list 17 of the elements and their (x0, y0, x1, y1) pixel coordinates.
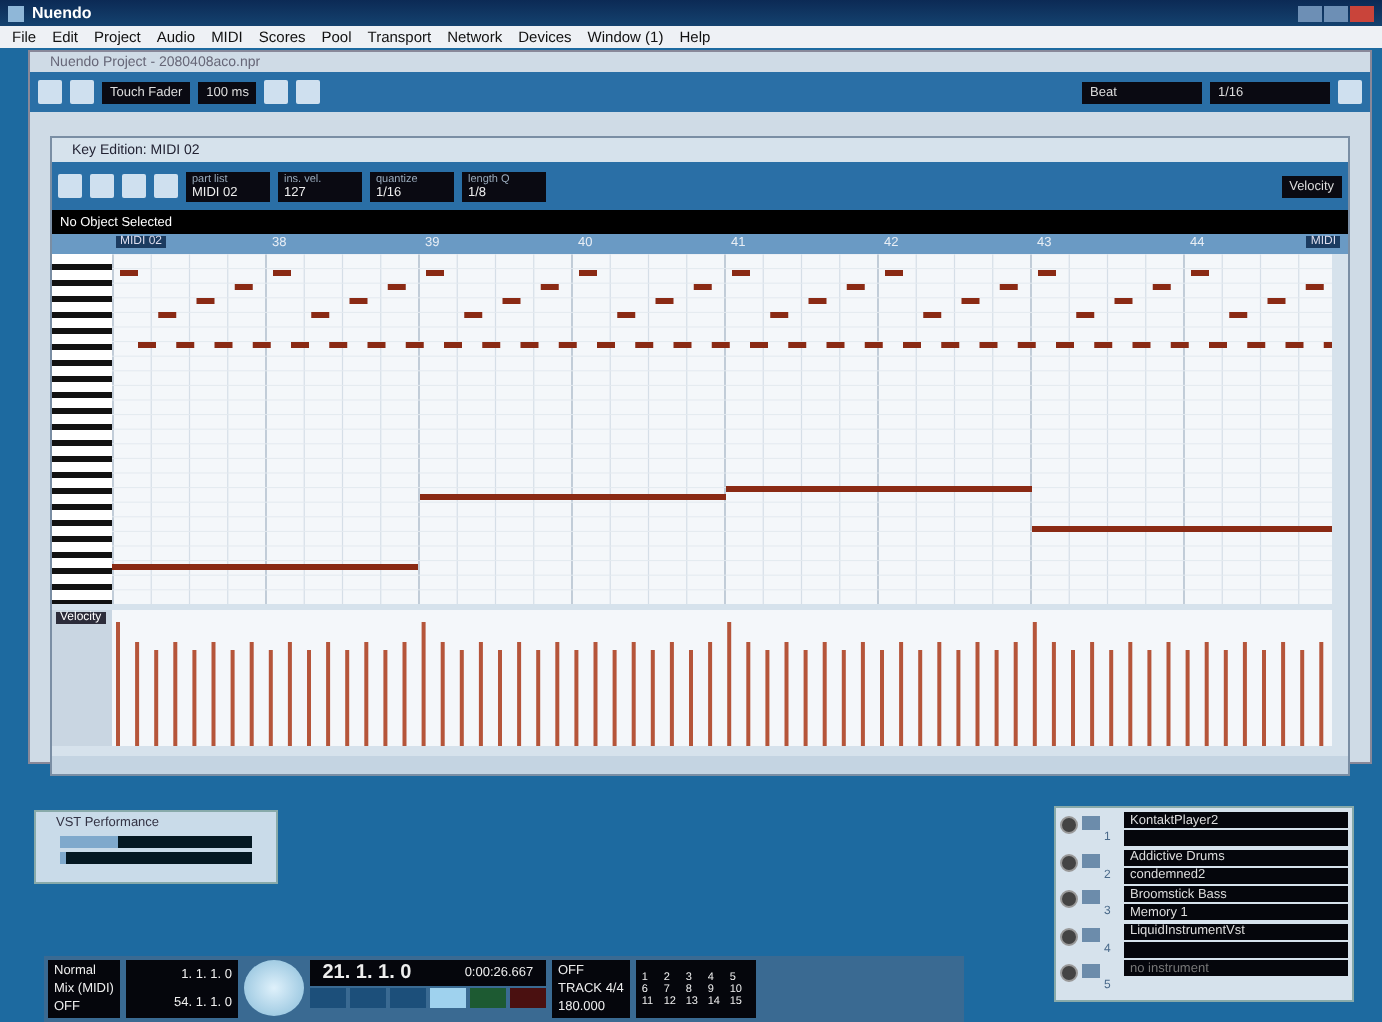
stop-button[interactable] (429, 988, 466, 1008)
minimize-button[interactable] (1298, 5, 1322, 21)
program-field[interactable] (1124, 830, 1348, 846)
piano-keyboard[interactable] (52, 254, 112, 604)
close-button[interactable] (1350, 5, 1374, 21)
scrollbar[interactable] (52, 756, 1348, 774)
forward-button[interactable] (349, 988, 386, 1008)
position-display: 21. 1. 1. 0 (322, 962, 412, 984)
rewind-button[interactable] (309, 988, 346, 1008)
maximize-button[interactable] (1324, 5, 1348, 21)
app-icon (8, 5, 24, 21)
cycle-button[interactable] (389, 988, 426, 1008)
jog-wheel[interactable] (243, 960, 304, 1016)
app-title: Nuendo (32, 4, 92, 22)
program-field[interactable] (1124, 941, 1348, 958)
record-button[interactable] (509, 988, 546, 1008)
play-button[interactable] (469, 988, 506, 1008)
